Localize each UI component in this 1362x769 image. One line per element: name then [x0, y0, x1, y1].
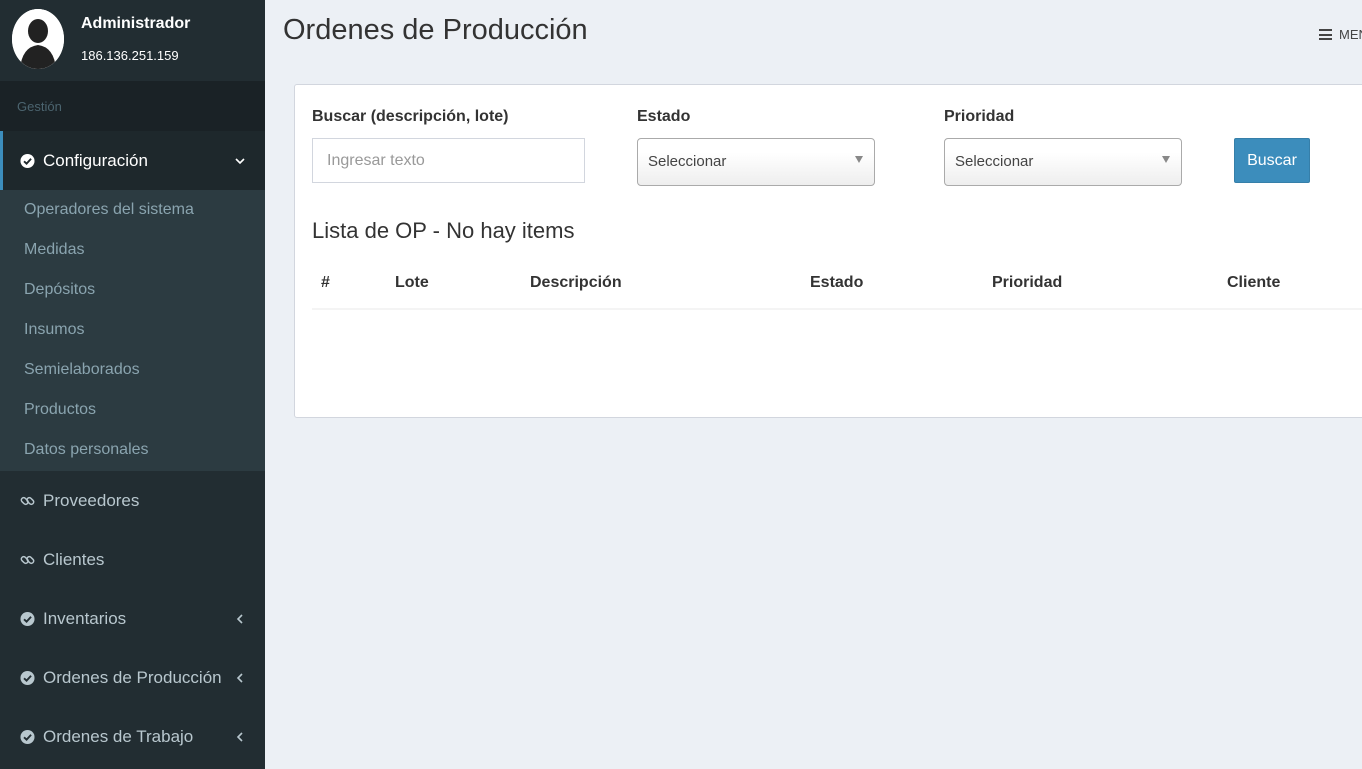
- submenu-item-semielaborados[interactable]: Semielaborados: [0, 350, 265, 390]
- sidebar-item-inventarios[interactable]: Inventarios: [0, 589, 265, 648]
- search-button[interactable]: Buscar: [1234, 138, 1310, 183]
- caret-down-icon: [1162, 156, 1170, 163]
- sidebar-item-label: Ordenes de Trabajo: [43, 726, 194, 746]
- submenu-item-depositos[interactable]: Depósitos: [0, 270, 265, 310]
- prioridad-select-value: Seleccionar: [955, 153, 1034, 170]
- chevron-left-icon: [236, 672, 243, 683]
- user-silhouette-icon: [12, 9, 64, 69]
- prioridad-select[interactable]: Seleccionar: [944, 138, 1182, 186]
- list-title: Lista de OP - No hay items: [312, 218, 575, 243]
- submenu-item-productos[interactable]: Productos: [0, 390, 265, 430]
- estado-select[interactable]: Seleccionar: [637, 138, 875, 186]
- sidebar-item-ordenes-trabajo[interactable]: Ordenes de Trabajo: [0, 707, 265, 766]
- column-header-descripcion: Descripción: [530, 274, 622, 291]
- column-header-estado: Estado: [810, 274, 864, 291]
- estado-select-value: Seleccionar: [648, 153, 727, 170]
- check-circle-icon: [20, 153, 35, 168]
- link-icon: [20, 555, 35, 564]
- column-header-number: #: [321, 274, 330, 291]
- sidebar-item-label: Inventarios: [43, 608, 127, 628]
- chevron-left-icon: [236, 613, 243, 624]
- caret-down-icon: [855, 156, 863, 163]
- user-avatar: [12, 9, 64, 69]
- sidebar-item-label: Clientes: [43, 549, 105, 569]
- menu-toggle-label: MENU: [1339, 27, 1362, 42]
- user-ip: 186.136.251.159: [81, 48, 179, 63]
- sidebar-item-label: Proveedores: [43, 490, 140, 510]
- link-icon: [20, 496, 35, 505]
- sidebar-section-header: Gestión: [0, 81, 265, 131]
- menu-toggle-button[interactable]: MENU: [1319, 27, 1362, 42]
- user-panel: Administrador 186.136.251.159: [0, 0, 265, 81]
- submenu-item-insumos[interactable]: Insumos: [0, 310, 265, 350]
- column-header-lote: Lote: [395, 274, 429, 291]
- submenu-item-medidas[interactable]: Medidas: [0, 230, 265, 270]
- check-circle-icon: [20, 670, 35, 685]
- search-label: Buscar (descripción, lote): [312, 108, 509, 125]
- sidebar-item-label: Ordenes de Producción: [43, 667, 222, 687]
- estado-label: Estado: [637, 108, 691, 125]
- user-name: Administrador: [81, 15, 191, 32]
- submenu-item-datos-personales[interactable]: Datos personales: [0, 430, 265, 470]
- sidebar-item-label: Configuración: [43, 150, 148, 170]
- sidebar: Administrador 186.136.251.159 Gestión Co…: [0, 0, 265, 769]
- table-header-divider: [312, 308, 1362, 310]
- column-header-prioridad: Prioridad: [992, 274, 1063, 291]
- sidebar-item-configuracion[interactable]: Configuración: [0, 131, 265, 190]
- submenu-item-operadores[interactable]: Operadores del sistema: [0, 190, 265, 230]
- check-circle-icon: [20, 611, 35, 626]
- configuracion-submenu: Operadores del sistema Medidas Depósitos…: [0, 190, 265, 471]
- hamburger-icon: [1319, 29, 1332, 40]
- search-input[interactable]: [312, 138, 585, 183]
- content-box: [294, 84, 1362, 418]
- sidebar-item-clientes[interactable]: Clientes: [0, 530, 265, 589]
- page-title: Ordenes de Producción: [283, 14, 588, 46]
- sidebar-item-proveedores[interactable]: Proveedores: [0, 471, 265, 530]
- column-header-cliente: Cliente: [1227, 274, 1281, 291]
- chevron-left-icon: [236, 731, 243, 742]
- sidebar-item-ordenes-produccion[interactable]: Ordenes de Producción: [0, 648, 265, 707]
- check-circle-icon: [20, 729, 35, 744]
- chevron-down-icon: [235, 157, 245, 164]
- prioridad-label: Prioridad: [944, 108, 1015, 125]
